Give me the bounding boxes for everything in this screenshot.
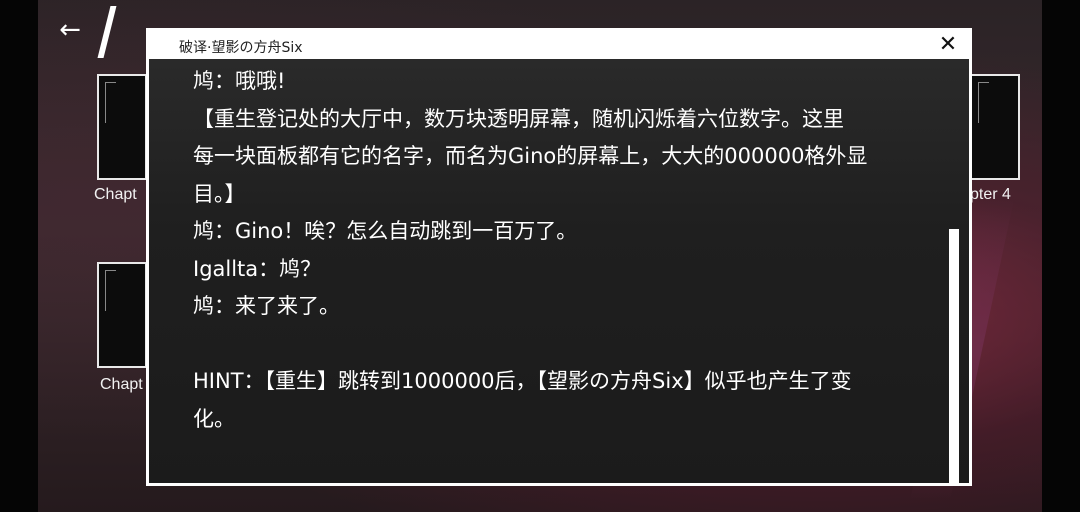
chapter-label-top-right: pter 4 (970, 186, 1011, 203)
dialog-title: 破译·望影の方舟Six (179, 40, 303, 56)
story-line: 鸠：哦哦! (193, 69, 286, 93)
card-corner-decoration (978, 82, 989, 123)
left-letterbox (0, 0, 38, 512)
story-line: HINT：【重生】跳转到1000000后，【望影の方舟Six】似乎也产生了变 (193, 369, 852, 393)
story-text: 鸠：哦哦! 【重生登记处的大厅中，数万块透明屏幕，随机闪烁着六位数字。这里 每一… (193, 63, 923, 438)
story-line: 目。】 (193, 181, 246, 206)
dialog-body[interactable]: 鸠：哦哦! 【重生登记处的大厅中，数万块透明屏幕，随机闪烁着六位数字。这里 每一… (149, 59, 969, 483)
story-line: Igallta：鸠？ (193, 256, 322, 281)
app-screen: ← Chapt pter 4 Chapt 破译·望影の方舟Six ✕ 鸠：哦哦!… (0, 0, 1080, 512)
scrollbar[interactable] (949, 229, 959, 483)
arrow-left-icon: ← (59, 15, 81, 45)
back-button[interactable]: ← (50, 14, 90, 46)
card-corner-decoration (105, 82, 116, 123)
story-line: 化。 (193, 406, 235, 431)
chapter-label-top-left: Chapt (94, 186, 137, 203)
story-line: 【重生登记处的大厅中，数万块透明屏幕，随机闪烁着六位数字。这里 (193, 106, 844, 131)
story-dialog: 破译·望影の方舟Six ✕ 鸠：哦哦! 【重生登记处的大厅中，数万块透明屏幕，随… (146, 28, 972, 486)
story-line: 鸠：来了来了。 (193, 294, 340, 318)
card-corner-decoration (105, 270, 116, 311)
chapter-card-bottom-left[interactable] (97, 262, 147, 368)
right-letterbox (1042, 0, 1080, 512)
story-line: 每一块面板都有它的名字，而名为Gino的屏幕上，大大的000000格外显 (193, 144, 868, 168)
dialog-header: 破译·望影の方舟Six ✕ (149, 31, 969, 59)
close-icon: ✕ (938, 32, 958, 57)
chapter-label-bottom-left: Chapt (100, 376, 143, 393)
chapter-card-top-left[interactable] (97, 74, 147, 180)
story-line: 鸠：Gino！唉？怎么自动跳到一百万了。 (193, 219, 578, 243)
close-button[interactable]: ✕ (935, 32, 961, 58)
chapter-card-top-right[interactable] (970, 74, 1020, 180)
